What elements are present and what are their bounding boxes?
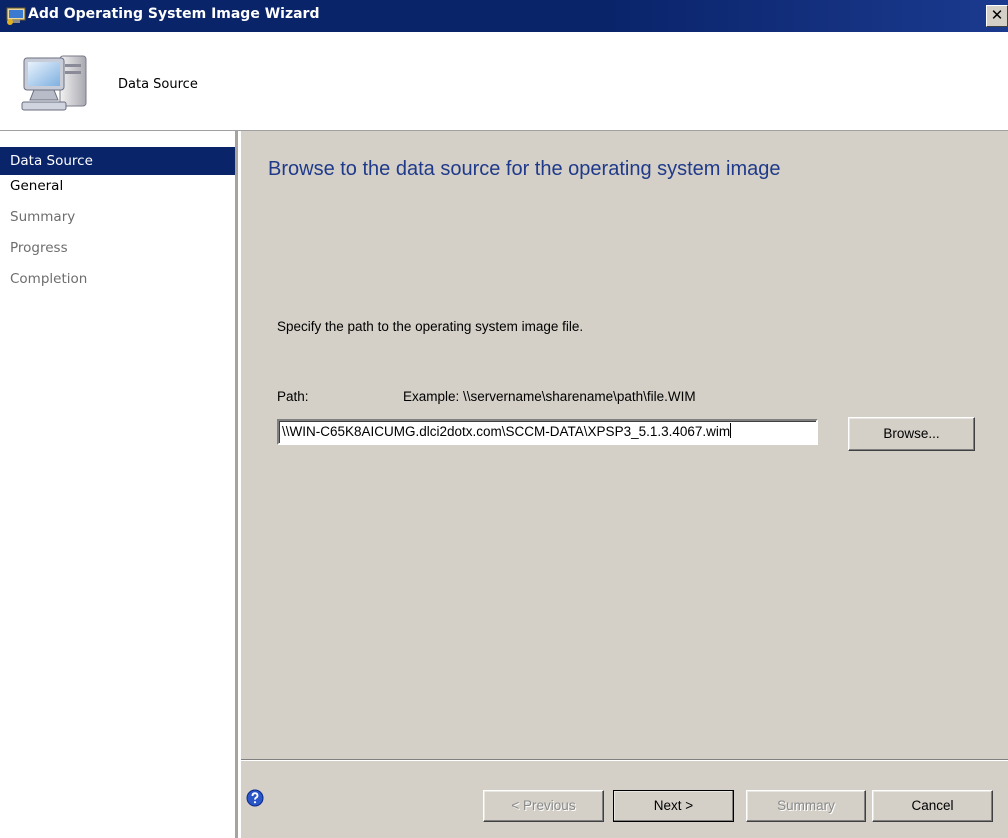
title-bar[interactable]: Add Operating System Image Wizard ✕	[0, 0, 1008, 32]
path-input-value: \\WIN-C65K8AICUMG.dlci2dotx.com\SCCM-DAT…	[282, 424, 731, 439]
nav-step-data-source[interactable]: Data Source	[0, 147, 235, 175]
path-label: Path:	[277, 389, 309, 404]
page-heading: Browse to the data source for the operat…	[268, 158, 781, 180]
browse-button[interactable]: Browse...	[848, 417, 975, 451]
text-caret	[730, 423, 732, 438]
close-button[interactable]: ✕	[986, 5, 1008, 27]
summary-button[interactable]: Summary	[746, 790, 866, 822]
window-title: Add Operating System Image Wizard	[28, 6, 320, 22]
nav-step-general[interactable]: General	[0, 178, 235, 209]
wizard-header: Data Source	[0, 32, 1008, 131]
previous-button[interactable]: < Previous	[483, 790, 604, 822]
instruction-text: Specify the path to the operating system…	[277, 319, 584, 334]
nav-step-progress: Progress	[10, 240, 68, 256]
help-icon[interactable]	[246, 789, 264, 807]
close-icon: ✕	[990, 6, 1004, 24]
path-example: Example: \\servername\sharename\path\fil…	[403, 389, 696, 404]
nav-step-completion: Completion	[10, 271, 88, 287]
wizard-content: Browse to the data source for the operat…	[241, 131, 1008, 838]
path-input[interactable]: \\WIN-C65K8AICUMG.dlci2dotx.com\SCCM-DAT…	[277, 419, 818, 445]
next-button[interactable]: Next >	[613, 790, 734, 822]
cancel-button[interactable]: Cancel	[872, 790, 993, 822]
footer-separator	[241, 759, 1008, 761]
header-title: Data Source	[118, 77, 198, 92]
wizard-steps-nav: Data Source General Summary Progress Com…	[0, 131, 238, 838]
computer-icon	[21, 55, 87, 111]
wizard-window: Add Operating System Image Wizard ✕ Data…	[0, 0, 1008, 838]
nav-step-summary: Summary	[10, 209, 76, 225]
wizard-app-icon	[6, 7, 26, 25]
